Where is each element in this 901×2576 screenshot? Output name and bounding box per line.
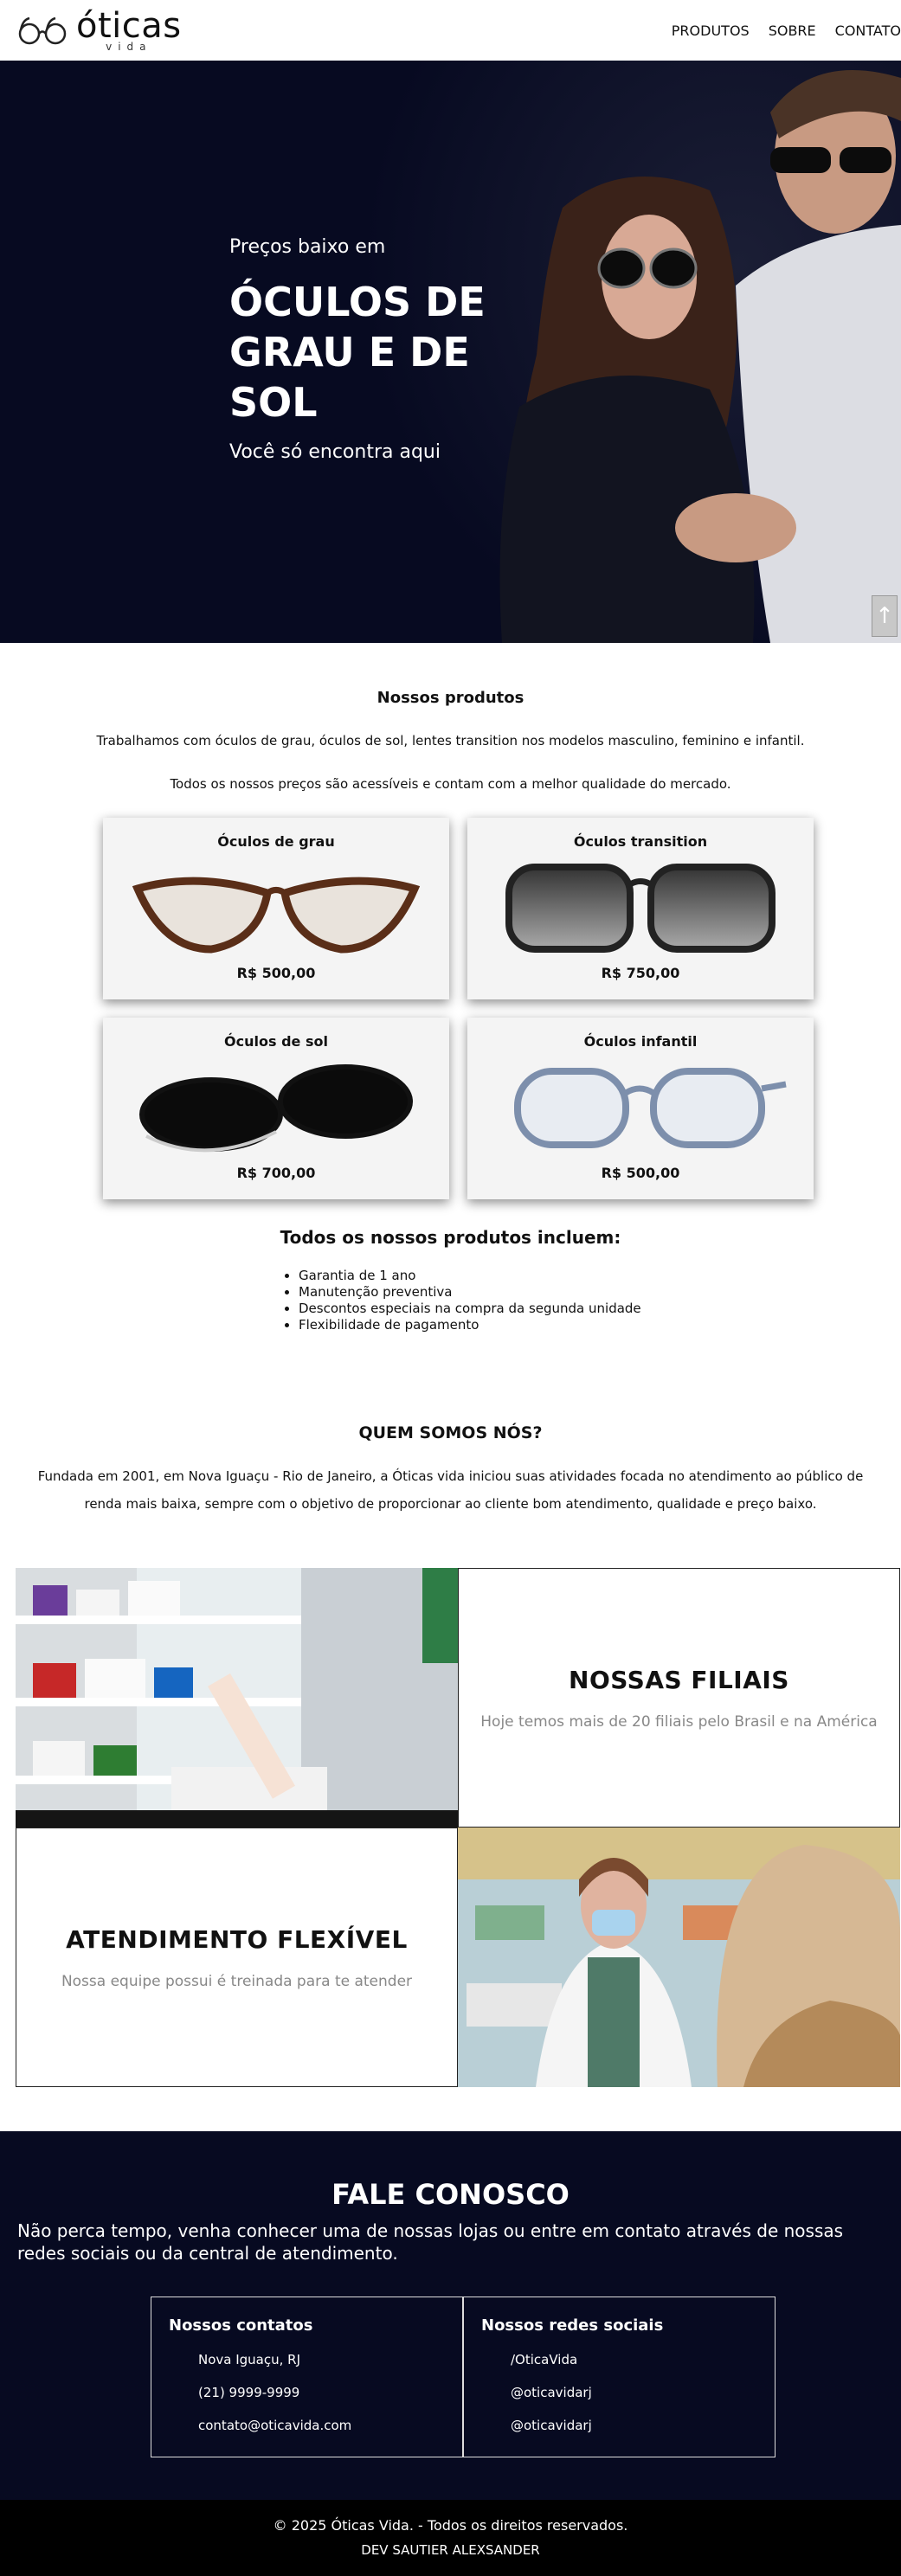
- hero-banner: Preços baixo em ÓCULOS DE GRAU E DE SOL …: [0, 61, 901, 643]
- products-text-2: Todos os nossos preços são acessíveis e …: [170, 776, 731, 792]
- info-grid: NOSSAS FILIAIS Hoje temos mais de 20 fil…: [16, 1568, 901, 2087]
- atendimento-text: Nossa equipe possui é treinada para te a…: [61, 1972, 413, 1990]
- includes-list: Garantia de 1 ano Manutenção preventiva …: [299, 1268, 641, 1333]
- products-text-1: Trabalhamos com óculos de grau, óculos d…: [96, 733, 805, 748]
- main-nav: PRODUTOS SOBRE CONTATO: [672, 22, 901, 39]
- social-twitter-link[interactable]: @oticavidarj: [511, 2418, 757, 2433]
- about-title: QUEM SOMOS NÓS?: [358, 1423, 543, 1442]
- list-item: Descontos especiais na compra da segunda…: [299, 1301, 641, 1317]
- arrow-up-icon: ↑: [875, 603, 894, 629]
- product-name: Óculos transition: [573, 833, 708, 850]
- product-price: R$ 700,00: [236, 1165, 316, 1181]
- pharmacist-image: [458, 1828, 900, 2087]
- contact-section: FALE CONOSCO Não perca tempo, venha conh…: [0, 2131, 901, 2500]
- hero-title: ÓCULOS DE GRAU E DE SOL: [229, 279, 486, 426]
- sunglasses-image: [139, 1064, 413, 1153]
- contacts-box: Nossos contatos Nova Iguaçu, RJ (21) 999…: [151, 2297, 463, 2457]
- site-footer: © 2025 Óticas Vida. - Todos os direitos …: [0, 2500, 901, 2576]
- hero-pretitle: Preços baixo em: [229, 236, 386, 258]
- scroll-top-button[interactable]: ↑: [872, 595, 898, 637]
- atendimento-tile: ATENDIMENTO FLEXÍVEL Nossa equipe possui…: [16, 1828, 458, 2087]
- about-text: Fundada em 2001, em Nova Iguaçu - Rio de…: [37, 1468, 864, 1512]
- product-name: Óculos de grau: [217, 833, 335, 850]
- contact-title: FALE CONOSCO: [331, 2178, 570, 2211]
- product-name: Óculos infantil: [583, 1033, 698, 1050]
- filiais-text: Hoje temos mais de 20 filiais pelo Brasi…: [480, 1712, 878, 1731]
- product-card-grau[interactable]: Óculos de grau R$ 500,00: [103, 818, 449, 999]
- contact-email[interactable]: contato@oticavida.com: [198, 2418, 445, 2433]
- logo-wordmark: óticas: [76, 6, 182, 46]
- logo[interactable]: óticas vida: [0, 9, 182, 52]
- product-price: R$ 500,00: [236, 965, 316, 981]
- site-header: óticas vida PRODUTOS SOBRE CONTATO: [0, 0, 901, 61]
- product-name: Óculos de sol: [224, 1033, 328, 1050]
- contacts-title: Nossos contatos: [169, 2316, 313, 2335]
- developer-credit: DEV SAUTIER ALEXSANDER: [361, 2542, 540, 2558]
- filiais-tile: NOSSAS FILIAIS Hoje temos mais de 20 fil…: [458, 1568, 900, 1828]
- transition-glasses-image: [505, 864, 776, 953]
- product-card-transition[interactable]: Óculos transition R$ 750,00: [467, 818, 814, 999]
- contact-phone[interactable]: (21) 9999-9999: [198, 2385, 445, 2400]
- nav-produtos-link[interactable]: PRODUTOS: [672, 22, 750, 39]
- list-item: Manutenção preventiva: [299, 1284, 641, 1301]
- list-item: Flexibilidade de pagamento: [299, 1317, 641, 1333]
- product-price: R$ 750,00: [601, 965, 680, 981]
- eyeglasses-image: [132, 877, 421, 954]
- social-box: Nossos redes sociais /OticaVida @oticavi…: [463, 2297, 776, 2457]
- hero-subtitle: Você só encontra aqui: [229, 441, 441, 463]
- social-facebook-link[interactable]: /OticaVida: [511, 2352, 757, 2367]
- pharmacy-shelf-image: [16, 1568, 458, 1828]
- product-price: R$ 500,00: [601, 1165, 680, 1181]
- products-title: Nossos produtos: [376, 689, 525, 707]
- product-card-infantil[interactable]: Óculos infantil R$ 500,00: [467, 1018, 814, 1199]
- kids-glasses-image: [514, 1068, 787, 1148]
- contact-text: Não perca tempo, venha conhecer uma de n…: [17, 2220, 844, 2264]
- hero-text-block: Preços baixo em ÓCULOS DE GRAU E DE SOL …: [229, 236, 489, 463]
- nav-sobre-link[interactable]: SOBRE: [769, 22, 816, 39]
- list-item: Garantia de 1 ano: [299, 1268, 641, 1284]
- atendimento-title: ATENDIMENTO FLEXÍVEL: [66, 1924, 408, 1954]
- filiais-title: NOSSAS FILIAIS: [569, 1665, 789, 1694]
- product-cards: Óculos de grau R$ 500,00 Óculos transiti…: [103, 818, 814, 1199]
- product-card-sol[interactable]: Óculos de sol R$ 700,00: [103, 1018, 449, 1199]
- social-instagram-link[interactable]: @oticavidarj: [511, 2385, 757, 2400]
- includes-title: Todos os nossos produtos incluem:: [280, 1227, 621, 1248]
- contact-location: Nova Iguaçu, RJ: [198, 2352, 301, 2367]
- glasses-logo-icon: [18, 16, 67, 45]
- nav-contato-link[interactable]: CONTATO: [835, 22, 901, 39]
- social-title: Nossos redes sociais: [481, 2316, 664, 2335]
- copyright-text: © 2025 Óticas Vida. - Todos os direitos …: [273, 2517, 628, 2534]
